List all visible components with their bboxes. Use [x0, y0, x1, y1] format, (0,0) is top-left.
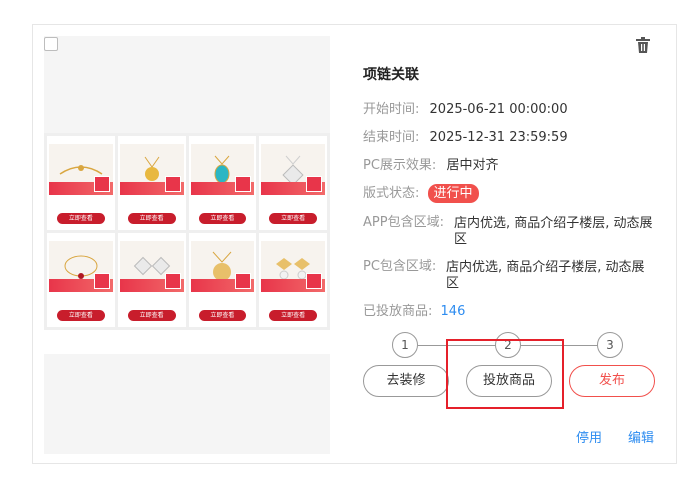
- preview-image-bottom: [44, 354, 330, 454]
- decorate-button[interactable]: 去装修: [363, 365, 449, 397]
- pc-effect-value: 居中对齐: [446, 158, 499, 173]
- step-3: 3: [597, 332, 623, 358]
- gift-icon: [306, 273, 322, 289]
- status-row: 版式状态: 进行中: [363, 184, 479, 203]
- end-time-label: 结束时间:: [363, 130, 420, 145]
- view-now-button: 立即查看: [269, 310, 317, 321]
- end-time-value: 2025-12-31 23:59:59: [429, 130, 568, 145]
- select-checkbox[interactable]: [44, 37, 58, 51]
- start-time-label: 开始时间:: [363, 102, 420, 117]
- pc-area-value: 店内优选, 商品介绍子楼层, 动态展 区: [446, 260, 645, 292]
- card-title: 项链关联: [363, 67, 419, 83]
- start-time-row: 开始时间: 2025-06-21 00:00:00: [363, 101, 568, 119]
- placed-count-link[interactable]: 146: [441, 304, 466, 319]
- highlight-box: [446, 339, 564, 409]
- placed-row: 已投放商品: 146: [363, 303, 465, 321]
- step-1: 1: [392, 332, 418, 358]
- status-badge: 进行中: [427, 184, 479, 203]
- end-time-row: 结束时间: 2025-12-31 23:59:59: [363, 129, 568, 147]
- gift-icon: [93, 176, 110, 192]
- preview-tile: 立即查看: [117, 136, 186, 230]
- gift-icon: [235, 176, 252, 192]
- app-area-row: APP包含区域:: [363, 214, 444, 232]
- gift-icon: [93, 273, 110, 289]
- publish-button[interactable]: 发布: [569, 365, 655, 397]
- pc-area-value-line2: 区: [446, 276, 460, 291]
- status-label: 版式状态:: [363, 186, 420, 201]
- view-now-button: 立即查看: [57, 213, 105, 224]
- app-area-value-line2: 区: [454, 232, 468, 247]
- start-time-value: 2025-06-21 00:00:00: [429, 102, 568, 117]
- preview-tile: 立即查看: [259, 233, 327, 327]
- trash-icon[interactable]: [636, 37, 650, 53]
- gift-icon: [164, 176, 181, 192]
- preview-tile: 立即查看: [188, 136, 257, 230]
- placed-label: 已投放商品:: [363, 304, 433, 319]
- app-area-value: 店内优选, 商品介绍子楼层, 动态展 区: [454, 216, 653, 248]
- pc-area-row: PC包含区域:: [363, 258, 436, 276]
- view-now-button: 立即查看: [269, 213, 317, 224]
- app-area-value-line1: 店内优选, 商品介绍子楼层, 动态展: [454, 216, 653, 231]
- product-preview-grid: 立即查看 立即查看 立即查看 立即查看 立即查看 立即查看 立即查看 立即查看: [44, 133, 330, 330]
- preview-tile: 立即查看: [117, 233, 186, 327]
- pc-area-value-line1: 店内优选, 商品介绍子楼层, 动态展: [446, 260, 645, 275]
- gift-icon: [235, 273, 252, 289]
- preview-tile: 立即查看: [47, 233, 115, 327]
- pc-area-label: PC包含区域:: [363, 259, 437, 274]
- view-now-button: 立即查看: [198, 310, 247, 321]
- gift-icon: [164, 273, 181, 289]
- edit-link[interactable]: 编辑: [628, 427, 654, 446]
- view-now-button: 立即查看: [127, 310, 176, 321]
- preview-tile: 立即查看: [47, 136, 115, 230]
- view-now-button: 立即查看: [198, 213, 247, 224]
- preview-tile: 立即查看: [188, 233, 257, 327]
- pc-effect-row: PC展示效果: 居中对齐: [363, 157, 498, 175]
- disable-link[interactable]: 停用: [576, 427, 602, 446]
- gift-icon: [306, 176, 322, 192]
- pendant-icon: [144, 156, 160, 181]
- view-now-button: 立即查看: [57, 310, 105, 321]
- app-area-label: APP包含区域:: [363, 215, 444, 230]
- view-now-button: 立即查看: [127, 213, 176, 224]
- pc-effect-label: PC展示效果:: [363, 158, 437, 173]
- preview-tile: 立即查看: [259, 136, 327, 230]
